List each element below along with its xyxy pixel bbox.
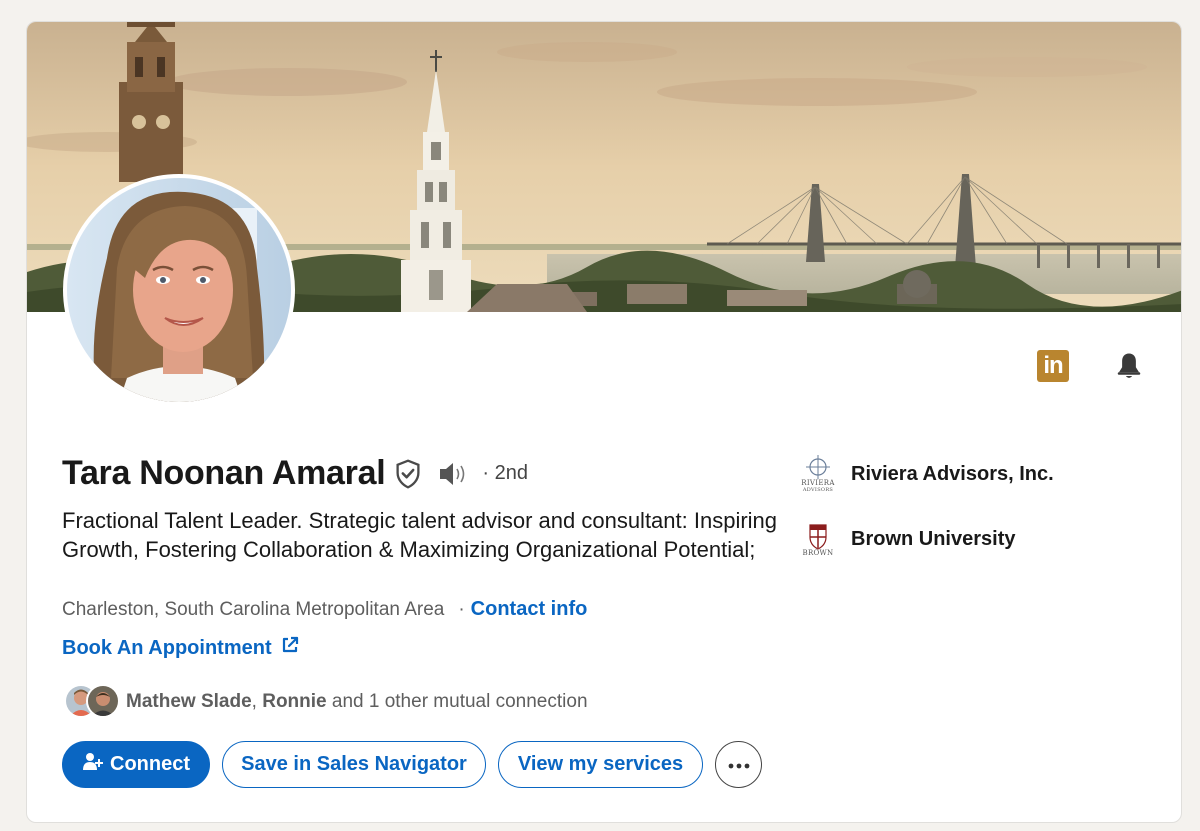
save-in-sales-navigator-button[interactable]: Save in Sales Navigator	[222, 741, 486, 788]
brown-logo-text: BROWN	[802, 548, 834, 557]
more-dots-icon	[728, 757, 750, 772]
external-link-icon	[280, 635, 300, 661]
profile-headline: Fractional Talent Leader. Strategic tale…	[62, 508, 778, 562]
location-separator: ·	[458, 598, 465, 620]
name-row: Tara Noonan Amaral · 2nd	[62, 454, 528, 493]
profile-photo[interactable]	[63, 174, 295, 406]
view-my-services-button[interactable]: View my services	[498, 741, 703, 788]
profile-name: Tara Noonan Amaral	[62, 454, 386, 492]
location-row: Charleston, South Carolina Metropolitan …	[62, 598, 587, 621]
current-company-label: Riviera Advisors, Inc.	[851, 462, 1054, 485]
education-item[interactable]: BROWN Brown University	[801, 511, 1054, 567]
mutual-connections[interactable]: Mathew Slade, Ronnie and 1 other mutual …	[64, 684, 588, 720]
current-company-item[interactable]: RIVIERA ADVISORS Riviera Advisors, Inc.	[801, 446, 1054, 502]
action-buttons: Connect Save in Sales Navigator View my …	[62, 741, 762, 788]
connect-label: Connect	[110, 753, 190, 775]
mutual-name-2: Ronnie	[262, 691, 327, 712]
book-appointment-link[interactable]: Book An Appointment	[62, 635, 300, 661]
add-person-icon	[82, 751, 104, 779]
brown-university-logo: BROWN	[801, 511, 835, 567]
experience-education-summary: RIVIERA ADVISORS Riviera Advisors, Inc. …	[801, 446, 1054, 576]
bell-icon[interactable]	[1113, 350, 1145, 382]
mutual-avatars	[64, 684, 124, 720]
contact-info-link[interactable]: Contact info	[471, 598, 588, 621]
mutual-avatar-2	[86, 684, 120, 718]
mutual-rest: and 1 other mutual connection	[331, 691, 588, 712]
riviera-advisors-logo: RIVIERA ADVISORS	[801, 446, 835, 502]
profile-card: in Tara Noonan Amaral · 2nd Fractional T…	[26, 21, 1182, 823]
connection-degree: · 2nd	[482, 462, 528, 484]
connect-button[interactable]: Connect	[62, 741, 210, 788]
education-label: Brown University	[851, 527, 1016, 550]
book-appointment-label: Book An Appointment	[62, 636, 272, 659]
top-right-icons: in	[1037, 350, 1145, 382]
more-actions-button[interactable]	[715, 741, 762, 788]
mutual-comma: ,	[251, 691, 257, 712]
riviera-logo-text-2: ADVISORS	[802, 487, 834, 493]
verified-shield-icon[interactable]	[394, 458, 424, 489]
premium-linkedin-icon[interactable]: in	[1037, 350, 1069, 382]
riviera-logo-text-1: RIVIERA	[801, 479, 835, 487]
name-pronunciation-speaker-icon[interactable]	[438, 460, 470, 488]
profile-location: Charleston, South Carolina Metropolitan …	[62, 598, 445, 620]
mutual-name-1: Mathew Slade	[126, 691, 252, 712]
